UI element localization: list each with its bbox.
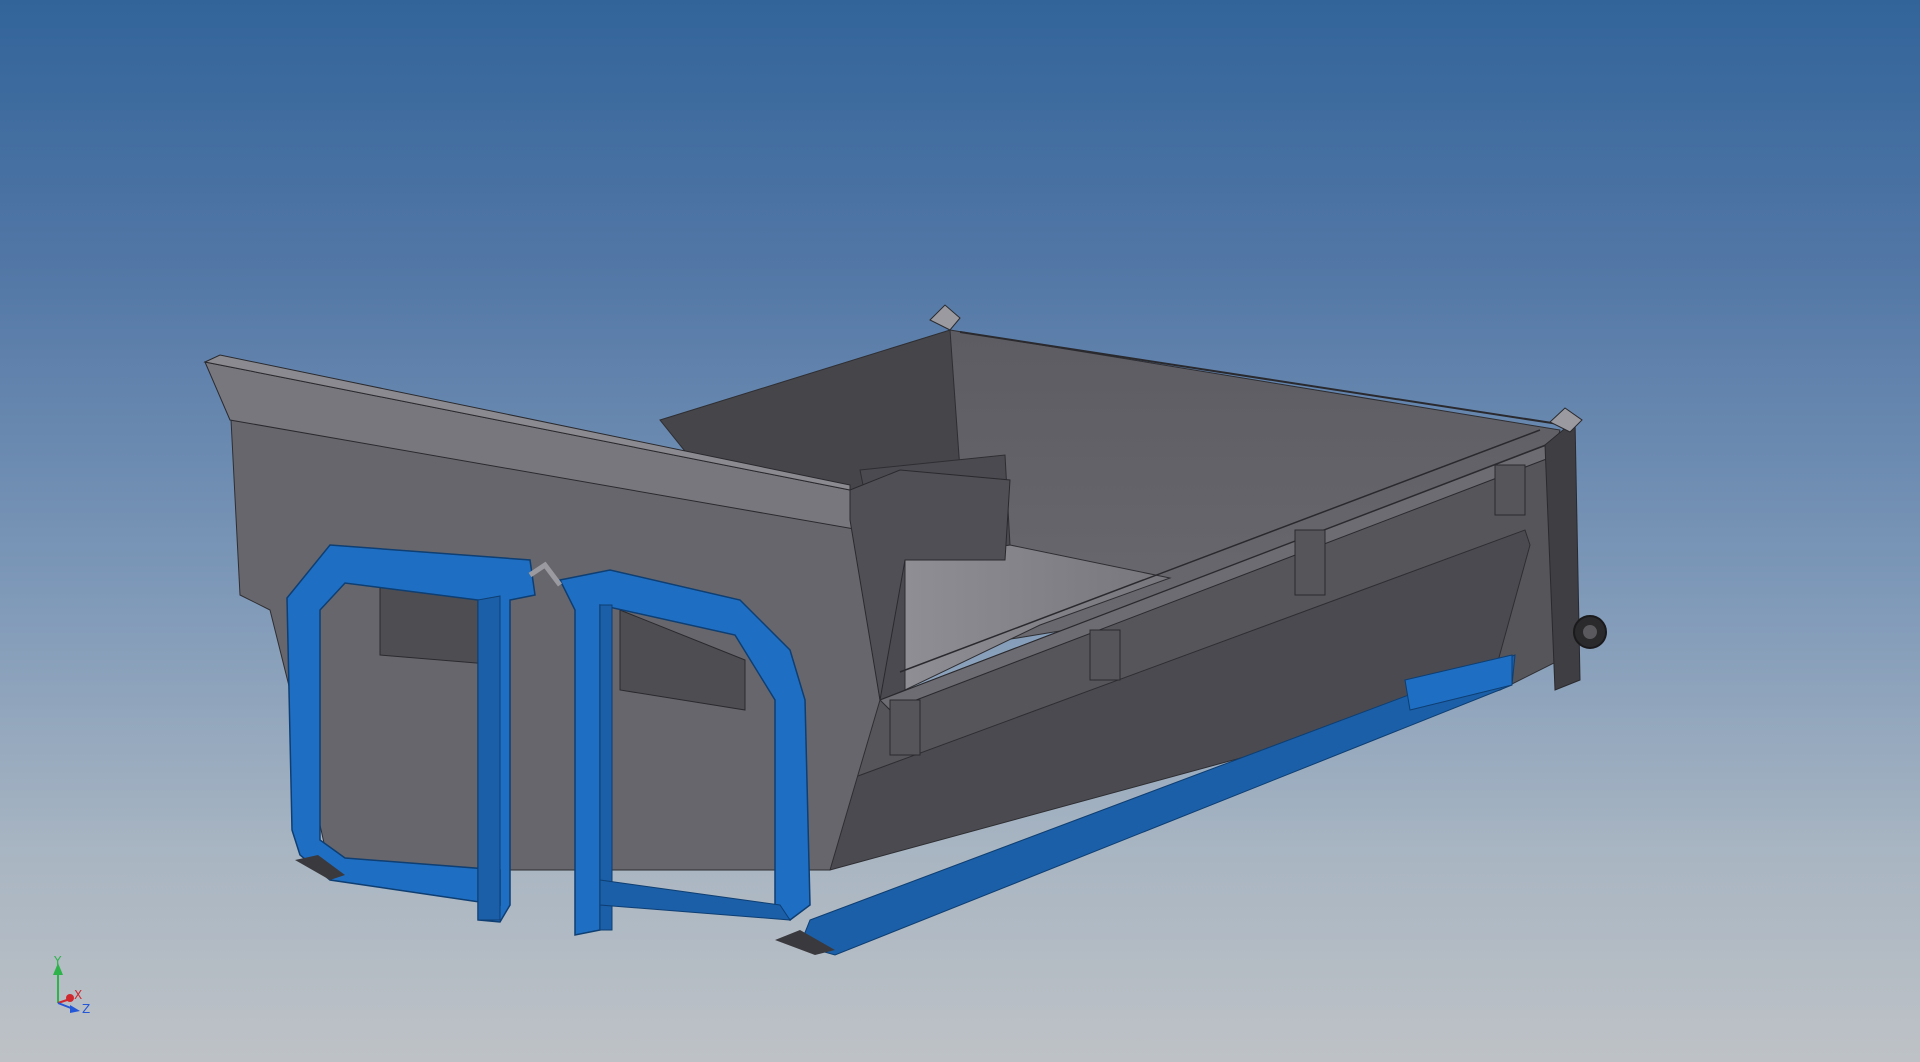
coordinate-triad: Y X Z: [48, 954, 108, 1016]
lifting-lug-rear: [1549, 407, 1583, 433]
side-post-3: [1294, 529, 1326, 596]
3d-viewport[interactable]: Y X Z: [0, 0, 1920, 1062]
side-post-1: [889, 699, 921, 756]
x-axis-label: X: [74, 988, 82, 1002]
side-post-2: [1089, 629, 1121, 681]
hooklift-container-model[interactable]: [0, 0, 1920, 1062]
z-axis-arrow-icon: [70, 1005, 80, 1013]
z-axis-label: Z: [82, 1002, 90, 1015]
lifting-lug-front: [929, 304, 961, 331]
side-post-4: [1494, 464, 1526, 516]
x-axis-arrow-icon: [66, 994, 74, 1002]
y-axis-label: Y: [53, 955, 62, 968]
